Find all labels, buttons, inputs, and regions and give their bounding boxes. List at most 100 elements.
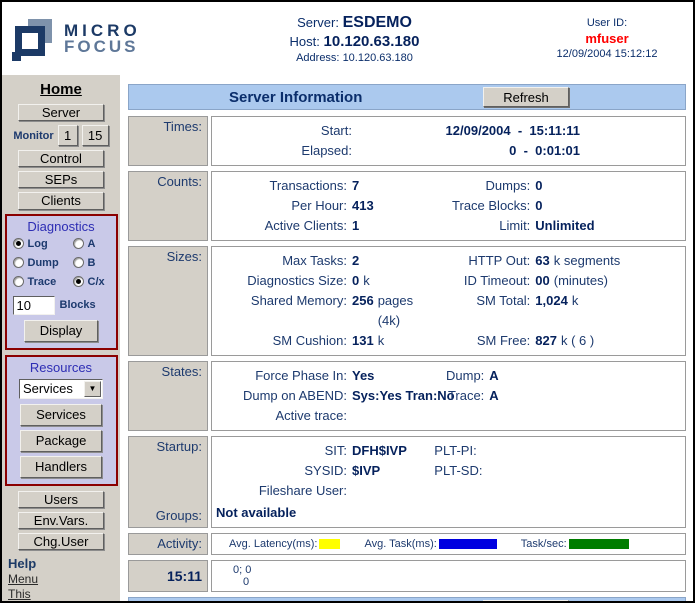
server-label: Server: xyxy=(297,15,339,30)
pair-label: ID Timeout: xyxy=(434,271,530,291)
pair-label: Active trace: xyxy=(212,406,347,426)
logo-text-focus: FOCUS xyxy=(64,39,141,55)
server-name: ESDEMO xyxy=(343,14,412,31)
counts-row-label: Counts: xyxy=(128,171,208,241)
radio-b[interactable]: B xyxy=(73,257,115,269)
pair-dump-on-abend: Dump on ABEND: Sys:Yes Tran:No xyxy=(212,386,434,406)
address-label: Address: xyxy=(296,52,339,64)
states-section: States: Force Phase In: Yes Dump: A xyxy=(128,361,686,431)
server-button[interactable]: Server xyxy=(18,104,104,121)
resources-group: Resources Services ▼ Services Package Ha… xyxy=(5,355,118,486)
sizes-content: Max Tasks: 2 HTTP Out: 63 k segments Dia… xyxy=(211,246,686,356)
display-button[interactable]: Display xyxy=(24,320,98,342)
startup-label: Startup: xyxy=(156,439,202,454)
pair-http-out: HTTP Out: 63 k segments xyxy=(434,251,685,271)
pair-label: SM Free: xyxy=(434,331,530,351)
radio-trace[interactable]: Trace xyxy=(13,276,73,288)
radio-a-control[interactable] xyxy=(73,238,84,249)
pair-sm-total: SM Total: 1,024 k xyxy=(434,291,685,331)
pair-plt-pi: PLT-PI: xyxy=(434,441,685,461)
pair-transactions: Transactions: 7 xyxy=(212,176,434,196)
partial-link-this[interactable]: This xyxy=(8,587,31,601)
pair-value: DFH$IVP xyxy=(352,441,407,461)
radio-dump-control[interactable] xyxy=(13,257,24,268)
radio-a-label: A xyxy=(88,238,96,250)
pair-value: 0 xyxy=(535,196,542,216)
handlers-button[interactable]: Handlers xyxy=(20,456,102,478)
pair-label: PLT-PI: xyxy=(434,441,476,461)
blocks-row: Blocks xyxy=(7,296,96,315)
host-value: 10.120.63.180 xyxy=(324,33,420,50)
services-button[interactable]: Services xyxy=(20,404,102,426)
radio-log[interactable]: Log xyxy=(13,238,73,250)
pair-sysid: SYSID: $IVP xyxy=(212,461,434,481)
counts-content: Transactions: 7 Dumps: 0 Per Hour: 413 xyxy=(211,171,686,241)
monitor-1-button[interactable]: 1 xyxy=(58,125,78,146)
activity-row-label: Activity: xyxy=(128,533,208,555)
radio-b-control[interactable] xyxy=(73,257,84,268)
micro-focus-logo-icon xyxy=(12,16,56,62)
pair-value: 7 xyxy=(352,176,359,196)
refresh-button-top[interactable]: Refresh xyxy=(483,87,569,107)
monitor-15-button[interactable]: 15 xyxy=(82,125,109,146)
radio-trace-control[interactable] xyxy=(13,276,24,287)
pair-label: Trace: xyxy=(434,386,484,406)
radio-b-label: B xyxy=(88,257,96,269)
pair-dumps: Dumps: 0 xyxy=(434,176,685,196)
legend-label: Task/sec: xyxy=(521,538,567,550)
clients-button[interactable]: Clients xyxy=(18,192,104,209)
server-identity: Server: ESDEMO Host: 10.120.63.180 Addre… xyxy=(182,14,527,64)
sizes-line-3: Shared Memory: 256 pages (4k) SM Total: … xyxy=(212,291,685,331)
elapsed-label: Elapsed: xyxy=(212,141,352,161)
users-button[interactable]: Users xyxy=(18,491,104,508)
radio-a[interactable]: A xyxy=(73,238,115,250)
host-label: Host: xyxy=(290,34,320,49)
states-line-3: Active trace: xyxy=(212,406,685,426)
pair-label: Limit: xyxy=(434,216,530,236)
radio-dump[interactable]: Dump xyxy=(13,257,73,269)
menu-link[interactable]: Menu xyxy=(8,572,38,586)
pair-value: Unlimited xyxy=(535,216,594,236)
startup-content: SIT: DFH$IVP PLT-PI: SYSID: $IVP xyxy=(211,436,686,528)
radio-cx[interactable]: C/x xyxy=(73,276,115,288)
server-information-header-bottom: Server Information Refresh xyxy=(128,597,686,601)
counts-line-2: Per Hour: 413 Trace Blocks: 0 xyxy=(212,196,685,216)
pair-suffix: k xyxy=(363,271,370,291)
sizes-row-label: Sizes: xyxy=(128,246,208,356)
pair-label: Fileshare User: xyxy=(212,481,347,501)
radio-cx-label: C/x xyxy=(88,276,105,288)
es-admin-window: MICRO FOCUS Server: ESDEMO Host: 10.120.… xyxy=(0,0,695,603)
refresh-button-bottom[interactable]: Refresh xyxy=(483,600,569,601)
start-value: 12/09/2004 - 15:11:11 xyxy=(352,121,580,141)
pair-sit: SIT: DFH$IVP xyxy=(212,441,434,461)
chg-user-button[interactable]: Chg.User xyxy=(18,533,104,550)
radio-log-control[interactable] xyxy=(13,238,24,249)
dropdown-arrow-icon[interactable]: ▼ xyxy=(84,381,101,397)
pair-id-timeout: ID Timeout: 00 (minutes) xyxy=(434,271,685,291)
pair-label: PLT-SD: xyxy=(434,461,482,481)
pair-label: SIT: xyxy=(212,441,347,461)
monitor-row: Monitor 1 15 xyxy=(13,125,108,146)
control-button[interactable]: Control xyxy=(18,150,104,167)
pair-suffix: k xyxy=(378,331,385,351)
counts-line-1: Transactions: 7 Dumps: 0 xyxy=(212,176,685,196)
package-button[interactable]: Package xyxy=(20,430,102,452)
pair-suffix: k segments xyxy=(554,251,620,271)
radio-dump-label: Dump xyxy=(28,257,59,269)
latency-color-swatch xyxy=(319,539,340,549)
activity-section: Activity: Avg. Latency(ms): Avg. Task(ms… xyxy=(128,533,686,555)
states-row-label: States: xyxy=(128,361,208,431)
radio-cx-control[interactable] xyxy=(73,276,84,287)
seps-button[interactable]: SEPs xyxy=(18,171,104,188)
pair-label: SYSID: xyxy=(212,461,347,481)
pair-value: 63 xyxy=(535,251,549,271)
pair-label: Transactions: xyxy=(212,176,347,196)
env-vars-button[interactable]: Env.Vars. xyxy=(18,512,104,529)
diagnostics-group: Diagnostics Log A Dump xyxy=(5,214,118,350)
home-link[interactable]: Home xyxy=(40,81,82,98)
blocks-input[interactable] xyxy=(13,296,55,315)
pair-fileshare-user: Fileshare User: xyxy=(212,481,434,501)
resources-select-value: Services xyxy=(20,381,84,396)
resources-select[interactable]: Services ▼ xyxy=(19,379,103,399)
pair-value: $IVP xyxy=(352,461,380,481)
